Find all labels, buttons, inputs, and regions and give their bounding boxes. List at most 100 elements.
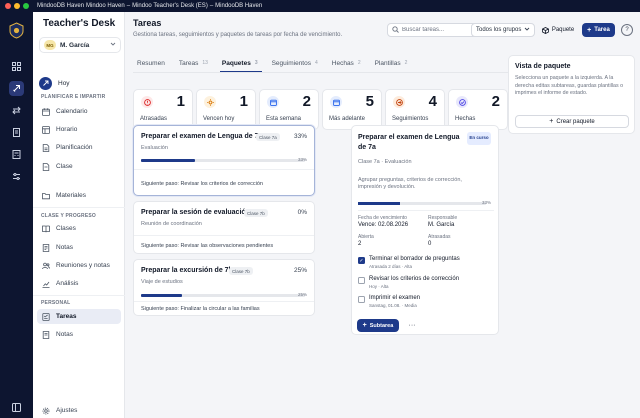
main-content: Tareas Gestiona tareas, seguimientos y p… <box>125 12 640 418</box>
package-title: Preparar la excursión de 7b <box>141 267 233 274</box>
rail-sliders-icon[interactable] <box>9 169 24 184</box>
field-value: M. García <box>428 222 455 228</box>
package-card[interactable]: Preparar la sesión de evaluación Clase 7… <box>133 201 315 254</box>
sidebar-item-label: Horario <box>56 126 78 133</box>
calendar-icon <box>330 96 342 108</box>
sidebar-item-materiales[interactable]: Materiales <box>37 188 121 203</box>
stat-card-hechas[interactable]: 2 Hechas <box>448 89 508 130</box>
progress-percent: 33% <box>297 157 307 162</box>
tab-label: Paquetes <box>221 59 251 67</box>
rail-grid-icon[interactable] <box>9 59 24 74</box>
tab-plantillas[interactable]: Plantillas 2 <box>375 56 414 70</box>
field-value: Vence: 02.08.2026 <box>358 222 409 228</box>
sidebar-item-label: Análisis <box>56 280 79 287</box>
panel-title: Vista de paquete <box>515 63 571 70</box>
new-task-button[interactable]: + Tarea <box>582 23 615 37</box>
window-title-segment: Mindoo Haven <box>86 3 125 9</box>
field-label: Fecha de vencimiento <box>358 215 407 221</box>
sidebar-item-hoy[interactable]: Hoy <box>39 77 70 90</box>
tab-seguimientos[interactable]: Seguimientos 4 <box>272 56 324 70</box>
package-card[interactable]: Preparar el examen de Lengua de 7a Clase… <box>133 125 315 196</box>
sidebar-divider <box>33 295 125 296</box>
card-divider <box>134 169 314 170</box>
sidebar-item-tareas[interactable]: Tareas <box>37 309 121 324</box>
sidebar-item-label: Ajustes <box>56 407 78 414</box>
add-subtask-button[interactable]: + Subtarea <box>357 319 399 332</box>
sidebar-item-planificacion[interactable]: Planificación <box>37 140 121 155</box>
help-button[interactable]: ? <box>621 24 633 36</box>
tab-bar: Resumen Tareas 13 Paquetes 3 Seguimientos 4… <box>137 56 421 72</box>
stat-label: Más adelante <box>329 116 366 122</box>
schedule-icon <box>41 125 50 134</box>
tab-resumen[interactable]: Resumen <box>137 56 171 70</box>
tab-paquetes[interactable]: Paquetes 3 <box>219 56 264 72</box>
progress-fill <box>358 202 401 205</box>
alert-icon <box>141 96 153 108</box>
more-options-button[interactable]: ··· <box>406 320 418 331</box>
window-controls[interactable] <box>5 3 29 9</box>
app-rail <box>0 12 33 418</box>
sidebar: Teacher's Desk MG M. García Hoy PLANIFIC… <box>33 12 125 418</box>
sidebar-item-label: Clases <box>56 225 76 232</box>
class-badge: Clase 7a <box>256 133 280 141</box>
tab-tareas[interactable]: Tareas 13 <box>179 56 214 70</box>
stat-card-mas-adelante[interactable]: 5 Más adelante <box>322 89 382 130</box>
rail-rocket-icon[interactable] <box>9 81 24 96</box>
sidebar-item-analisis[interactable]: Análisis <box>37 276 121 291</box>
subtask-checkbox[interactable]: ✓ <box>358 257 365 264</box>
class-badge: Clase 7b <box>244 209 268 217</box>
new-package-label: Paquete <box>551 27 575 33</box>
new-package-button[interactable]: Paquete <box>539 23 577 37</box>
subtask-checkbox[interactable] <box>358 277 365 284</box>
sidebar-item-notas[interactable]: Notas <box>37 240 121 255</box>
subtask-meta: Sanstag, 01.08. · Media <box>369 303 417 308</box>
stat-value: 1 <box>176 93 185 110</box>
class-badge: Clase 7b <box>229 267 253 275</box>
progress-fill <box>141 159 196 162</box>
close-window-button[interactable] <box>5 3 11 9</box>
tasks-icon <box>41 312 50 321</box>
next-step: Siguiente paso: Finalizar la circular a … <box>141 306 260 312</box>
next-step: Siguiente paso: Revisar las observacione… <box>141 243 274 249</box>
create-package-button[interactable]: + Crear paquete <box>515 115 629 128</box>
tab-count: 3 <box>254 60 258 66</box>
group-select[interactable]: Todos los grupos <box>471 23 535 37</box>
rail-document-icon[interactable] <box>9 125 24 140</box>
progress-bar <box>141 294 305 297</box>
user-switcher[interactable]: MG M. García <box>39 37 121 53</box>
add-subtask-label: Subtarea <box>369 322 394 329</box>
sidebar-item-clase[interactable]: Clase <box>37 159 121 174</box>
rail-calculator-icon[interactable] <box>9 147 24 162</box>
sidebar-item-ajustes[interactable]: Ajustes <box>37 403 121 418</box>
sidebar-item-clases[interactable]: Clases <box>37 221 121 236</box>
package-icon <box>541 26 549 34</box>
sidebar-item-calendario[interactable]: Calendario <box>37 104 121 119</box>
sidebar-section-title: CLASE Y PROGRESO <box>41 213 96 219</box>
stat-card-seguimientos[interactable]: 4 Seguimientos <box>385 89 445 130</box>
rail-swap-icon[interactable] <box>9 103 24 118</box>
sidebar-item-label: Hoy <box>58 80 70 87</box>
stat-label: Esta semana <box>266 116 302 122</box>
sidebar-item-label: Clase <box>56 163 73 170</box>
create-package-label: Crear paquete <box>556 118 595 125</box>
maximize-window-button[interactable] <box>23 3 29 9</box>
package-percent: 25% <box>293 267 307 274</box>
sidebar-item-horario[interactable]: Horario <box>37 122 121 137</box>
stat-card-esta-semana[interactable]: 2 Esta semana <box>259 89 319 130</box>
sidebar-item-notas-personal[interactable]: Notas <box>37 327 121 342</box>
gear-icon <box>41 406 50 415</box>
window-titlebar: MindooDB Haven Mindoo Haven – Mindoo Tea… <box>0 0 640 12</box>
subtask-meta: Atrasada 2 días · Alta <box>369 264 413 269</box>
window-title-segment: – <box>126 3 131 9</box>
window-title-segment: MindooDB Haven <box>215 3 263 9</box>
package-card[interactable]: Preparar la excursión de 7b Clase 7b 25%… <box>133 259 315 316</box>
minimize-window-button[interactable] <box>14 3 20 9</box>
sidebar-item-label: Notas <box>56 244 73 251</box>
stat-card-vencen-hoy[interactable]: 1 Vencen hoy <box>196 89 256 130</box>
subtask-checkbox[interactable] <box>358 296 365 303</box>
rail-panel-toggle-icon[interactable] <box>9 400 24 415</box>
tab-hechas[interactable]: Hechas 2 <box>332 56 367 70</box>
sidebar-item-reuniones[interactable]: Reuniones y notas <box>37 258 121 273</box>
stat-card-atrasadas[interactable]: 1 Atrasadas <box>133 89 193 130</box>
sidebar-item-label: Reuniones y notas <box>56 262 110 269</box>
